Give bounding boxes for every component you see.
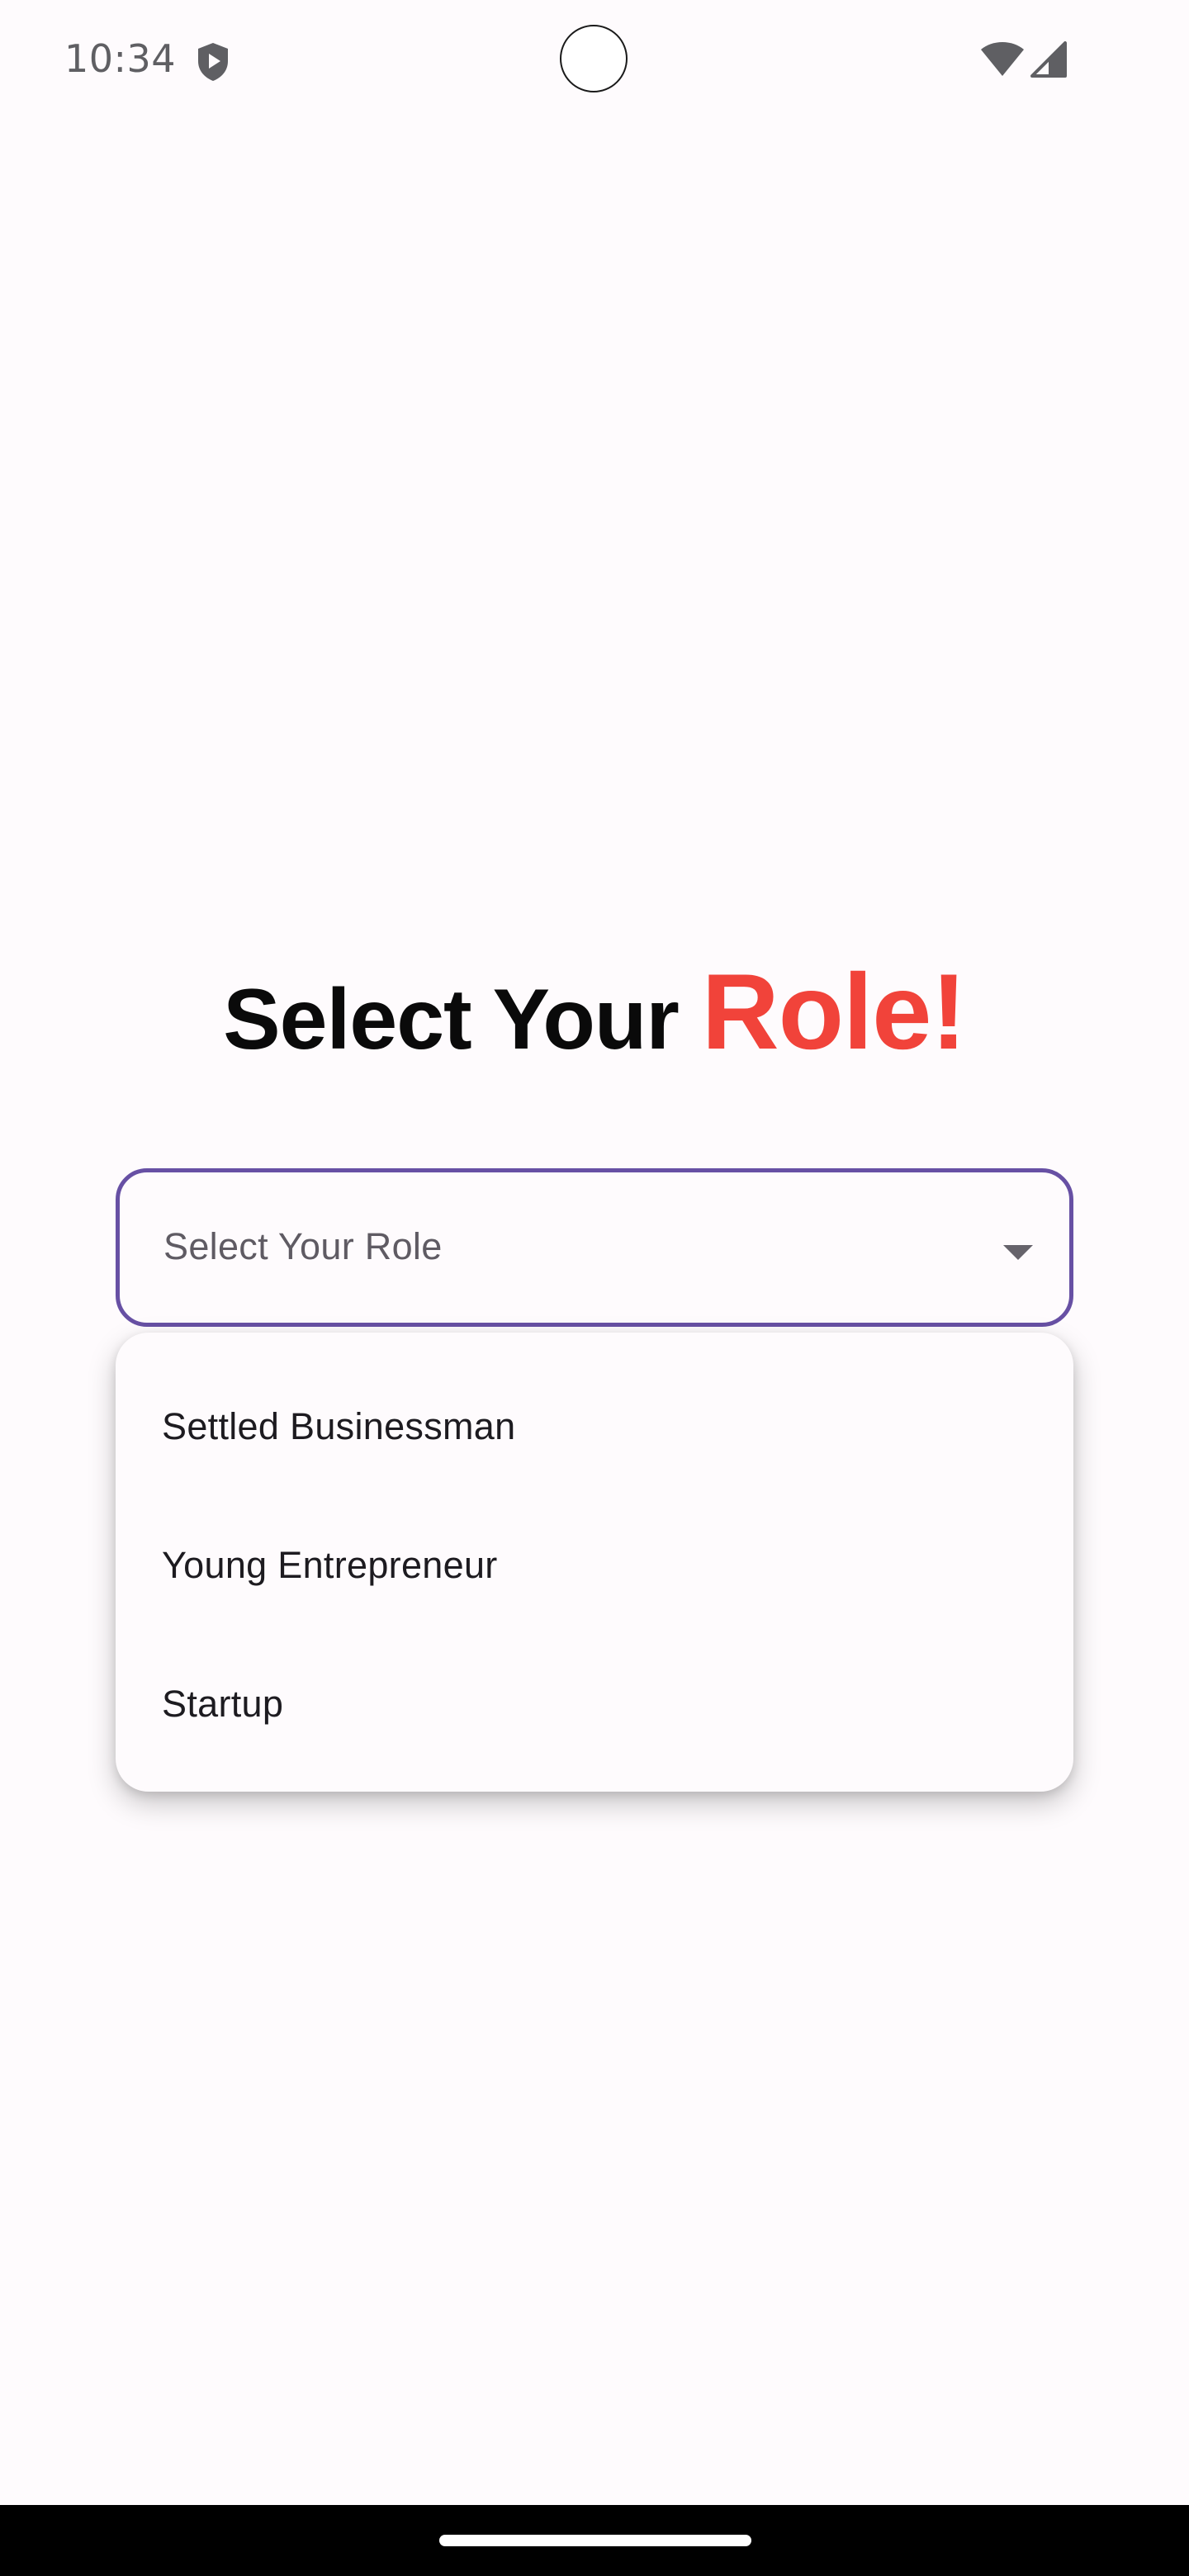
cell-signal-icon [1030, 41, 1067, 78]
page-title: Select Your Role! [0, 949, 1189, 1073]
shield-play-icon [198, 43, 228, 81]
role-menu: Settled Businessman Young Entrepreneur S… [116, 1333, 1073, 1792]
camera-cutout [560, 25, 628, 92]
menu-item-young-entrepreneur[interactable]: Young Entrepreneur [116, 1496, 1073, 1635]
wifi-icon [981, 42, 1024, 76]
app-screen: 10:34 Select Your Role! Select Your Role… [0, 0, 1189, 2576]
arrow-drop-down-icon [1003, 1245, 1033, 1260]
menu-item-settled-businessman[interactable]: Settled Businessman [116, 1357, 1073, 1496]
menu-item-startup[interactable]: Startup [116, 1635, 1073, 1773]
title-main-text: Select Your [223, 972, 702, 1068]
title-accent-text: Role! [701, 951, 967, 1072]
status-time: 10:34 [64, 36, 177, 81]
home-indicator[interactable] [439, 2535, 751, 2546]
role-select-dropdown[interactable]: Select Your Role [116, 1168, 1073, 1327]
status-bar: 10:34 [0, 0, 1189, 124]
role-select-placeholder: Select Your Role [163, 1225, 443, 1267]
